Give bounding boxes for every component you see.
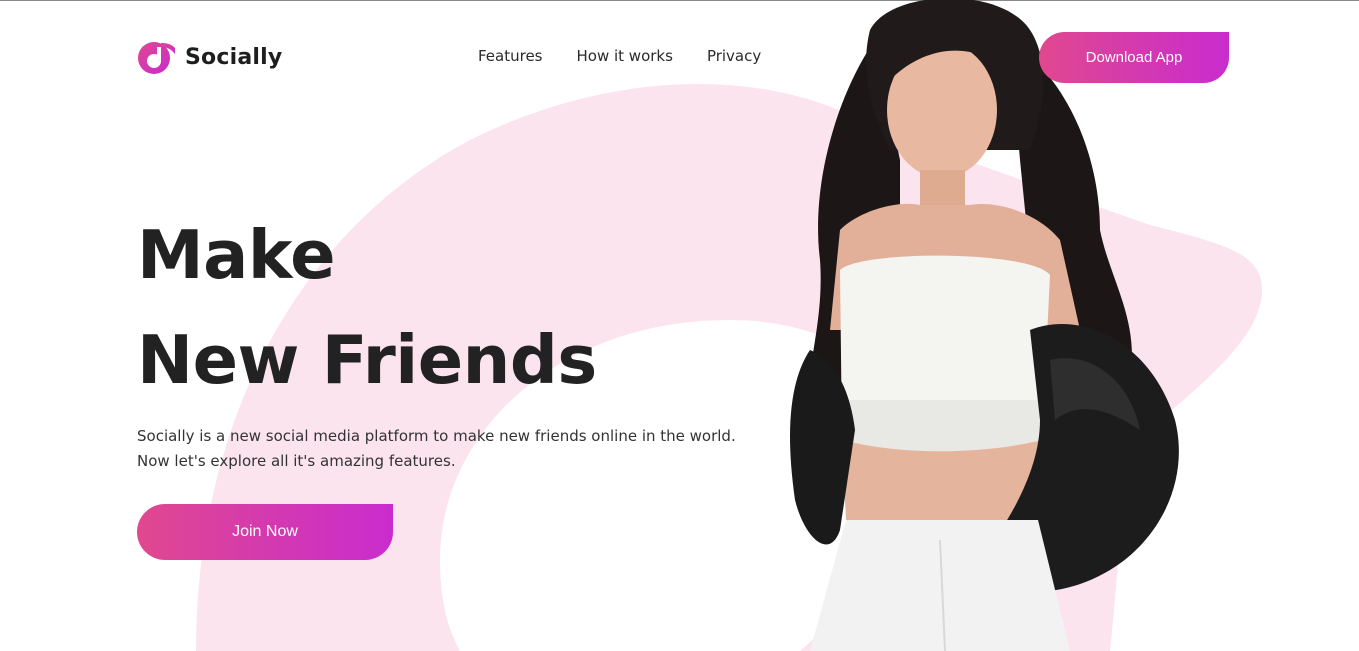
main-nav: Features How it works Privacy [478,47,761,65]
brand-logo[interactable]: Socially [137,40,282,75]
nav-link-privacy[interactable]: Privacy [707,47,761,65]
hero-portrait-image [790,0,1179,651]
join-now-button[interactable]: Join Now [137,504,393,560]
socially-logo-icon [138,42,175,74]
hero-title-line-2: New Friends [137,321,597,399]
hero-description: Socially is a new social media platform … [137,427,736,470]
nav-link-how-it-works[interactable]: How it works [577,47,673,65]
nav-link-features[interactable]: Features [478,47,543,65]
hero-title-line-1: Make [137,216,336,294]
download-app-button[interactable]: Download App [1039,32,1229,83]
brand-name: Socially [185,45,283,70]
